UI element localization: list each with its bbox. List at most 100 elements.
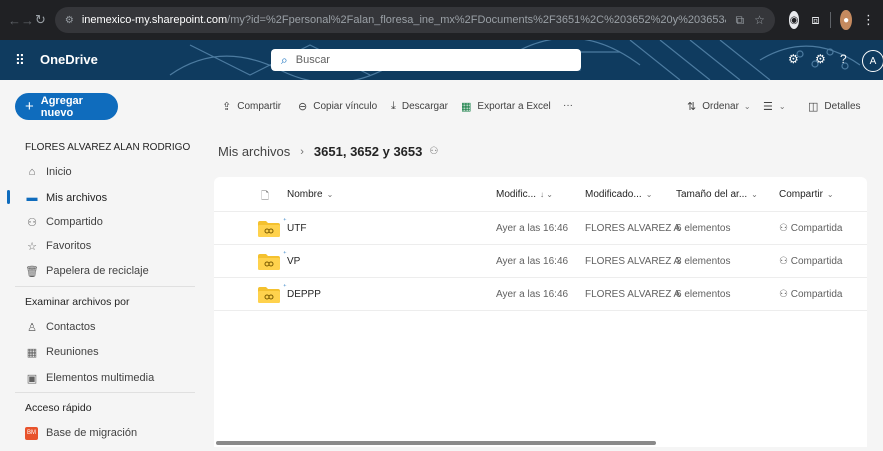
sharing-cell[interactable]: ⚇ Compartida: [779, 223, 842, 234]
site-info-icon[interactable]: ⚙: [65, 15, 74, 26]
url-text[interactable]: inemexico-my.sharepoint.com/my?id=%2Fper…: [82, 14, 726, 26]
table-row[interactable]: ⁺ VP Ayer a las 16:46 FLORES ALVAREZ A 3 …: [214, 245, 867, 278]
column-modified[interactable]: Modific... ↓ ⌄: [496, 189, 553, 200]
modified-by-cell[interactable]: FLORES ALVAREZ A: [585, 256, 680, 267]
cast-icon[interactable]: ⧉: [736, 13, 745, 28]
nav-item-favorites[interactable]: ☆ Favoritos: [25, 238, 91, 254]
chevron-down-icon: ⌄: [743, 102, 751, 111]
share-button[interactable]: ⇪ Compartir: [222, 100, 281, 113]
modified-by-cell[interactable]: FLORES ALVAREZ A: [585, 223, 680, 234]
help-icon[interactable]: ?: [840, 52, 847, 66]
sharing-text: Compartida: [790, 223, 843, 234]
active-indicator: [7, 190, 10, 204]
nav-item-label: Elementos multimedia: [46, 372, 155, 384]
folder-icon: ▬: [26, 192, 38, 204]
details-label: Detalles: [824, 101, 861, 112]
nav-divider: [15, 286, 195, 287]
nav-item-shared[interactable]: ⚇ Compartido: [25, 214, 103, 230]
details-button[interactable]: ◫ Detalles: [808, 100, 861, 113]
app-launcher-icon[interactable]: ⠿: [10, 50, 30, 70]
link-icon: ⊖: [298, 101, 308, 113]
new-item-icon: ⁺: [283, 284, 287, 291]
file-name-text: UTF: [287, 223, 307, 234]
shared-folder-icon: [258, 254, 280, 270]
nav-item-meetings[interactable]: ▦ Reuniones: [25, 344, 99, 360]
nav-item-label: Inicio: [46, 166, 72, 178]
details-pane-icon: ◫: [808, 101, 819, 113]
more-actions-button[interactable]: ···: [563, 100, 573, 111]
breadcrumb: Mis archivos › 3651, 3652 y 3653 ⚇: [218, 144, 438, 159]
horizontal-scrollbar[interactable]: [216, 441, 656, 445]
search-placeholder: Buscar: [295, 54, 330, 66]
account-avatar[interactable]: A: [862, 50, 883, 72]
nav-item-media[interactable]: ▣ Elementos multimedia: [25, 370, 154, 386]
breadcrumb-root[interactable]: Mis archivos: [218, 144, 290, 159]
more-label: ···: [563, 100, 573, 111]
nav-item-label: Favoritos: [46, 240, 92, 252]
nav-item-quick-access-site[interactable]: BM Base de migración: [25, 425, 137, 441]
chevron-down-icon: ⌄: [751, 190, 758, 199]
back-arrow-icon[interactable]: ←: [8, 13, 21, 28]
user-name: FLORES ALVAREZ ALAN RODRIGO: [25, 142, 191, 153]
modified-cell: Ayer a las 16:46: [496, 289, 569, 300]
download-button[interactable]: ⤓ Descargar: [391, 100, 448, 113]
nav-item-label: Reuniones: [46, 346, 99, 358]
column-size[interactable]: Tamaño del ar... ⌄: [676, 189, 758, 200]
sort-arrow-icon: ↓ ⌄: [540, 190, 553, 199]
new-item-icon: ⁺: [283, 251, 287, 258]
share-label: Compartir: [237, 101, 282, 112]
list-header: 🗋︎ Nombre ⌄ Modific... ↓ ⌄ Modificado... ⌄ …: [214, 177, 867, 212]
sort-button[interactable]: ⇅ Ordenar ⌄: [687, 100, 751, 113]
column-sharing[interactable]: Compartir ⌄: [779, 189, 834, 200]
nav-item-my-files[interactable]: ▬ Mis archivos: [25, 190, 108, 206]
plus-icon: +: [25, 98, 34, 115]
breadcrumb-current[interactable]: 3651, 3652 y 3653: [314, 144, 422, 159]
size-cell: 6 elementos: [676, 223, 731, 234]
download-label: Descargar: [401, 101, 449, 112]
browser-menu-icon[interactable]: ⋮: [862, 12, 875, 28]
file-name-text: VP: [287, 256, 301, 267]
sharing-cell[interactable]: ⚇ Compartida: [779, 256, 842, 267]
file-name[interactable]: ⁺ DEPPP: [283, 284, 321, 300]
table-row[interactable]: ⁺ UTF Ayer a las 16:46 FLORES ALVAREZ A 6…: [214, 212, 867, 245]
file-name[interactable]: ⁺ UTF: [283, 218, 307, 234]
nav-item-recycle-bin[interactable]: 🗑︎ Papelera de reciclaje: [25, 263, 149, 279]
file-list: 🗋︎ Nombre ⌄ Modific... ↓ ⌄ Modificado... ⌄ …: [214, 177, 867, 447]
address-bar[interactable]: ⚙ inemexico-my.sharepoint.com/my?id=%2Fp…: [54, 7, 775, 33]
nav-item-contacts[interactable]: ♙ Contactos: [25, 319, 95, 335]
modified-cell: Ayer a las 16:46: [496, 223, 569, 234]
calendar-icon: ▦: [26, 346, 38, 359]
search-icon: ⌕: [281, 52, 288, 67]
settings-gear-icon[interactable]: ⚙: [788, 52, 799, 66]
profile-avatar[interactable]: ●: [840, 10, 852, 30]
extension-icon[interactable]: ◉: [788, 11, 800, 29]
sharing-cell[interactable]: ⚇ Compartida: [779, 289, 842, 300]
excel-icon: ▦: [461, 101, 472, 113]
column-name[interactable]: Nombre ⌄: [287, 189, 333, 200]
column-modified-by[interactable]: Modificado... ⌄: [585, 189, 652, 200]
search-box[interactable]: ⌕ Buscar: [271, 49, 581, 71]
file-name[interactable]: ⁺ VP: [283, 251, 301, 267]
sort-label: Ordenar: [702, 101, 739, 112]
bookmark-star-icon[interactable]: ☆: [754, 13, 765, 27]
reload-icon[interactable]: ↻: [34, 12, 47, 28]
chevron-down-icon: ⌄: [826, 190, 834, 199]
gear-icon[interactable]: ⚙: [815, 52, 826, 66]
add-new-button[interactable]: + Agregar nuevo: [15, 93, 118, 120]
nav-item-label: Compartido: [46, 216, 103, 228]
nav-item-home[interactable]: ⌂ Inicio: [25, 164, 72, 180]
chevron-down-icon: ⌄: [778, 102, 786, 111]
shared-folder-icon: [258, 287, 280, 303]
app-name[interactable]: OneDrive: [40, 52, 98, 67]
view-options-button[interactable]: ☰ ⌄: [763, 100, 786, 113]
copy-link-button[interactable]: ⊖ Copiar vínculo: [298, 100, 377, 113]
extensions-puzzle-icon[interactable]: ⧈: [811, 12, 819, 28]
forward-arrow-icon[interactable]: →: [21, 13, 34, 28]
column-label: Compartir: [779, 189, 823, 200]
file-type-icon[interactable]: 🗋︎: [261, 189, 269, 206]
export-excel-button[interactable]: ▦ Exportar a Excel: [461, 100, 551, 113]
new-item-icon: ⁺: [283, 218, 287, 225]
suite-header: ⠿ OneDrive ⌕ Buscar ⚙ ⚙ ? A: [0, 40, 883, 80]
modified-by-cell[interactable]: FLORES ALVAREZ A: [585, 289, 680, 300]
table-row[interactable]: ⁺ DEPPP Ayer a las 16:46 FLORES ALVAREZ A…: [214, 278, 867, 311]
